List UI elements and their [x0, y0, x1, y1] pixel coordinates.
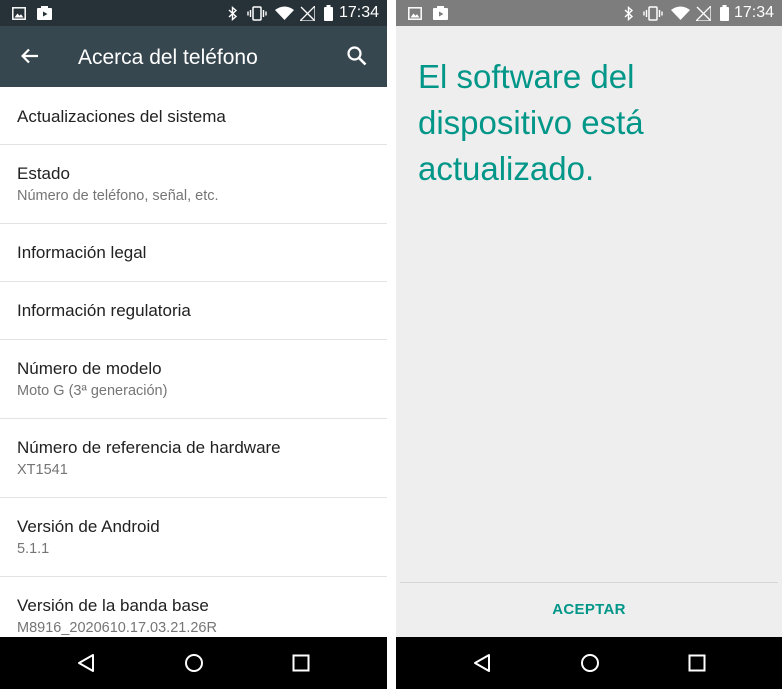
navigation-bar — [396, 637, 782, 689]
update-result-screen: 17:34 El software del dispositivo está a… — [396, 0, 782, 689]
bluetooth-icon — [226, 0, 240, 26]
battery-icon — [321, 0, 335, 26]
list-item-title: Actualizaciones del sistema — [17, 107, 226, 126]
update-status-message: El software del dispositivo está actuali… — [418, 58, 644, 187]
list-item-hardware-reference[interactable]: Número de referencia de hardware XT1541 — [0, 419, 387, 498]
home-circle-icon[interactable] — [570, 647, 610, 679]
list-item-title: Versión de Android — [17, 517, 160, 536]
status-time: 17:34 — [733, 4, 774, 21]
vibrate-icon — [246, 0, 268, 26]
list-item-title: Versión de la banda base — [17, 596, 209, 615]
media-icon — [431, 0, 449, 26]
battery-icon — [717, 0, 731, 26]
list-item-title: Estado — [17, 164, 70, 183]
list-item-legal-info[interactable]: Información legal — [0, 224, 387, 282]
list-item-title: Información legal — [17, 243, 147, 262]
list-item-title: Información regulatoria — [17, 301, 191, 320]
list-item-title: Número de referencia de hardware — [17, 438, 281, 457]
wifi-icon — [669, 0, 691, 26]
list-item-subtitle: M8916_2020610.17.03.21.26R — [17, 620, 217, 636]
home-circle-icon[interactable] — [174, 647, 214, 679]
no-signal-icon — [694, 0, 712, 26]
list-item-subtitle: Moto G (3ª generación) — [17, 383, 168, 399]
list-item-baseband-version[interactable]: Versión de la banda base M8916_2020610.1… — [0, 577, 387, 637]
search-icon[interactable] — [339, 38, 375, 74]
back-arrow-icon[interactable] — [12, 38, 48, 74]
status-time: 17:34 — [338, 4, 379, 21]
list-item-android-version[interactable]: Versión de Android 5.1.1 — [0, 498, 387, 577]
recents-square-icon[interactable] — [677, 647, 717, 679]
list-item-model-number[interactable]: Número de modelo Moto G (3ª generación) — [0, 340, 387, 419]
vibrate-icon — [642, 0, 664, 26]
list-item-status[interactable]: Estado Número de teléfono, señal, etc. — [0, 145, 387, 224]
no-signal-icon — [298, 0, 316, 26]
list-item-subtitle: Número de teléfono, señal, etc. — [17, 188, 219, 204]
back-triangle-icon[interactable] — [462, 647, 502, 679]
settings-list: Actualizaciones del sistema Estado Númer… — [0, 87, 387, 637]
about-phone-screen: 17:34 Acerca del teléfono Actualizacione… — [0, 0, 387, 689]
bluetooth-icon — [622, 0, 636, 26]
list-item-regulatory-info[interactable]: Información regulatoria — [0, 282, 387, 340]
image-icon — [10, 0, 28, 26]
recents-square-icon[interactable] — [281, 647, 321, 679]
list-item-subtitle: XT1541 — [17, 462, 68, 478]
list-item-system-updates[interactable]: Actualizaciones del sistema — [0, 87, 387, 145]
app-bar: Acerca del teléfono — [0, 26, 387, 87]
back-triangle-icon[interactable] — [66, 647, 106, 679]
page-title: Acerca del teléfono — [78, 46, 258, 69]
list-item-title: Número de modelo — [17, 359, 162, 378]
image-icon — [406, 0, 424, 26]
status-bar: 17:34 — [396, 0, 782, 26]
wifi-icon — [273, 0, 295, 26]
accept-button[interactable]: ACEPTAR — [396, 583, 782, 637]
media-icon — [35, 0, 53, 26]
list-item-subtitle: 5.1.1 — [17, 541, 50, 557]
status-bar: 17:34 — [0, 0, 387, 26]
navigation-bar — [0, 637, 387, 689]
